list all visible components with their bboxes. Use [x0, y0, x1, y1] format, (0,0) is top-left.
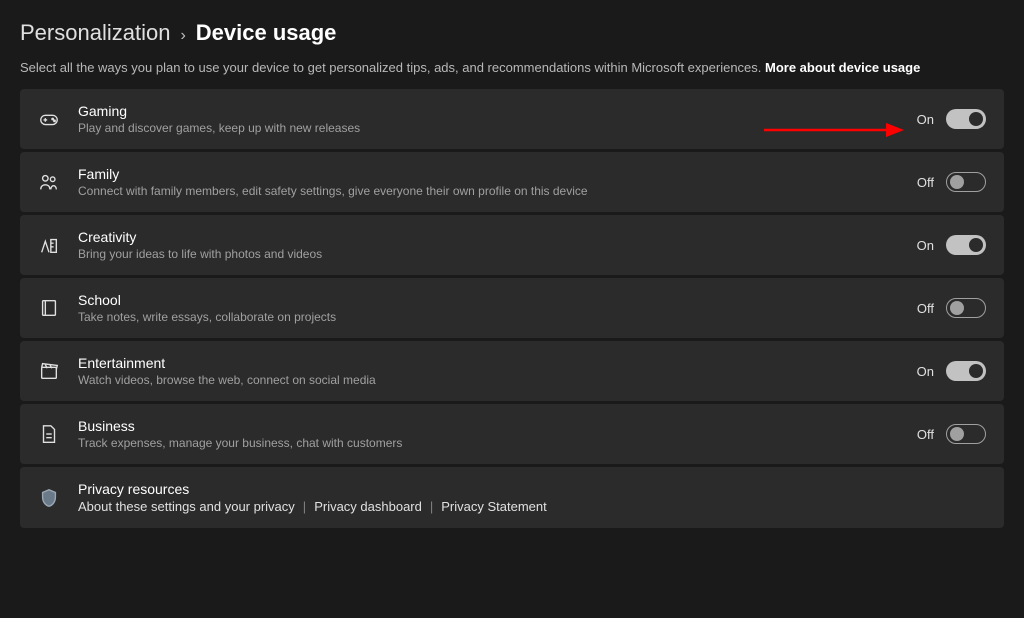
entertainment-toggle[interactable] [946, 361, 986, 381]
toggle-state-label: On [910, 364, 934, 379]
card-business: Business Track expenses, manage your bus… [20, 404, 1004, 464]
card-entertainment: Entertainment Watch videos, browse the w… [20, 341, 1004, 401]
privacy-link-about[interactable]: About these settings and your privacy [78, 499, 295, 514]
business-toggle[interactable] [946, 424, 986, 444]
card-title: Family [78, 166, 892, 182]
card-desc: Bring your ideas to life with photos and… [78, 247, 892, 261]
card-title: Entertainment [78, 355, 892, 371]
privacy-link-statement[interactable]: Privacy Statement [441, 499, 547, 514]
card-title: School [78, 292, 892, 308]
toggle-state-label: On [910, 238, 934, 253]
breadcrumb: Personalization › Device usage [20, 20, 1004, 46]
card-creativity: Creativity Bring your ideas to life with… [20, 215, 1004, 275]
card-title: Business [78, 418, 892, 434]
subtitle-text: Select all the ways you plan to use your… [20, 60, 765, 75]
pencil-ruler-icon [38, 234, 60, 256]
chevron-right-icon: › [180, 27, 185, 45]
toggle-state-label: Off [910, 301, 934, 316]
card-gaming: Gaming Play and discover games, keep up … [20, 89, 1004, 149]
clapperboard-icon [38, 360, 60, 382]
gaming-toggle[interactable] [946, 109, 986, 129]
gamepad-icon [38, 108, 60, 130]
card-title: Creativity [78, 229, 892, 245]
more-about-link[interactable]: More about device usage [765, 60, 920, 75]
family-toggle[interactable] [946, 172, 986, 192]
shield-icon [38, 487, 60, 509]
toggle-state-label: On [910, 112, 934, 127]
toggle-state-label: Off [910, 427, 934, 442]
school-toggle[interactable] [946, 298, 986, 318]
notebook-icon [38, 297, 60, 319]
people-icon [38, 171, 60, 193]
privacy-link-dashboard[interactable]: Privacy dashboard [314, 499, 422, 514]
creativity-toggle[interactable] [946, 235, 986, 255]
toggle-state-label: Off [910, 175, 934, 190]
card-desc: Watch videos, browse the web, connect on… [78, 373, 892, 387]
card-desc: Track expenses, manage your business, ch… [78, 436, 892, 450]
card-desc: Connect with family members, edit safety… [78, 184, 892, 198]
separator: | [430, 499, 433, 514]
card-desc: Play and discover games, keep up with ne… [78, 121, 892, 135]
card-title: Privacy resources [78, 481, 986, 497]
page-subtitle: Select all the ways you plan to use your… [20, 60, 1004, 75]
document-icon [38, 423, 60, 445]
card-family: Family Connect with family members, edit… [20, 152, 1004, 212]
card-school: School Take notes, write essays, collabo… [20, 278, 1004, 338]
page-title: Device usage [196, 20, 337, 46]
breadcrumb-parent[interactable]: Personalization [20, 20, 170, 46]
card-desc: Take notes, write essays, collaborate on… [78, 310, 892, 324]
card-title: Gaming [78, 103, 892, 119]
separator: | [303, 499, 306, 514]
card-privacy-resources: Privacy resources About these settings a… [20, 467, 1004, 528]
